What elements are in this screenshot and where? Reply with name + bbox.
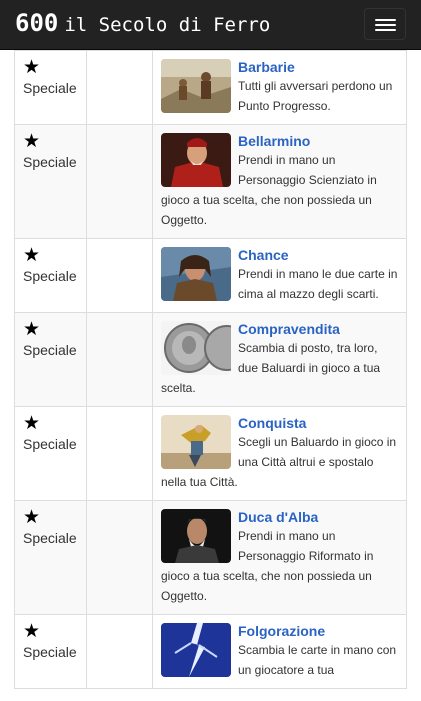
star-icon: ★	[23, 131, 41, 152]
bellarmino-image[interactable]	[161, 133, 231, 187]
type-label: Speciale	[23, 436, 77, 452]
menu-bar	[375, 29, 396, 31]
menu-bar	[375, 24, 396, 26]
card-description: Scambia le carte in mano con un giocator…	[238, 643, 397, 677]
type-cell: ★ Speciale	[14, 238, 87, 313]
card-cell: Conquista Scegli un Baluardo in gioco in…	[152, 406, 407, 501]
type-label: Speciale	[23, 80, 77, 96]
empty-cell	[86, 50, 153, 125]
navbar: 600 il Secolo di Ferro	[0, 0, 421, 50]
brand-number: 600	[15, 9, 59, 37]
empty-cell	[86, 614, 153, 689]
chance-image[interactable]	[161, 247, 231, 301]
empty-cell	[86, 406, 153, 501]
table-row: ★ Speciale Conquista Scegli un Baluardo …	[14, 406, 407, 501]
type-cell: ★ Speciale	[14, 500, 87, 615]
card-cell: Chance Prendi in mano le due carte in ci…	[152, 238, 407, 313]
table-row: ★ Speciale Folgorazione Scambia le carte…	[14, 614, 407, 689]
star-icon: ★	[23, 413, 41, 434]
type-cell: ★ Speciale	[14, 124, 87, 239]
star-icon: ★	[23, 319, 41, 340]
type-label: Speciale	[23, 154, 77, 170]
cards-table: ★ Speciale Barbarie Tutti gli avversari …	[14, 50, 407, 689]
card-description: Prendi in mano le due carte in cima al m…	[238, 267, 398, 301]
menu-bar	[375, 19, 396, 21]
type-cell: ★ Speciale	[14, 50, 87, 125]
type-cell: ★ Speciale	[14, 614, 87, 689]
table-row: ★ Speciale Duca d'Alba Prendi in mano un…	[14, 500, 407, 615]
empty-cell	[86, 500, 153, 615]
type-label: Speciale	[23, 342, 77, 358]
table-row: ★ Speciale Compravendita Scambia di post…	[14, 312, 407, 407]
star-icon: ★	[23, 245, 41, 266]
card-cell: Compravendita Scambia di posto, tra loro…	[152, 312, 407, 407]
empty-cell	[86, 124, 153, 239]
table-row: ★ Speciale Bellarmino Prendi in mano un …	[14, 124, 407, 239]
brand-logo[interactable]: 600 il Secolo di Ferro	[15, 9, 270, 37]
type-cell: ★ Speciale	[14, 312, 87, 407]
star-icon: ★	[23, 621, 41, 642]
card-cell: Bellarmino Prendi in mano un Personaggio…	[152, 124, 407, 239]
type-label: Speciale	[23, 530, 77, 546]
barbarie-image[interactable]	[161, 59, 231, 113]
card-description: Tutti gli avversari perdono un Punto Pro…	[238, 79, 393, 113]
card-cell: Folgorazione Scambia le carte in mano co…	[152, 614, 407, 689]
folgorazione-image[interactable]	[161, 623, 231, 677]
type-label: Speciale	[23, 644, 77, 660]
card-cell: Duca d'Alba Prendi in mano un Personaggi…	[152, 500, 407, 615]
star-icon: ★	[23, 507, 41, 528]
brand-title: il Secolo di Ferro	[64, 14, 271, 36]
empty-cell	[86, 312, 153, 407]
conquista-image[interactable]	[161, 415, 231, 469]
table-row: ★ Speciale Barbarie Tutti gli avversari …	[14, 50, 407, 125]
type-cell: ★ Speciale	[14, 406, 87, 501]
duca-dalba-image[interactable]	[161, 509, 231, 563]
card-cell: Barbarie Tutti gli avversari perdono un …	[152, 50, 407, 125]
type-label: Speciale	[23, 268, 77, 284]
star-icon: ★	[23, 57, 41, 78]
table-row: ★ Speciale Chance Prendi in mano le due …	[14, 238, 407, 313]
empty-cell	[86, 238, 153, 313]
hamburger-menu-icon[interactable]	[364, 8, 406, 40]
compravendita-image[interactable]	[161, 321, 231, 375]
